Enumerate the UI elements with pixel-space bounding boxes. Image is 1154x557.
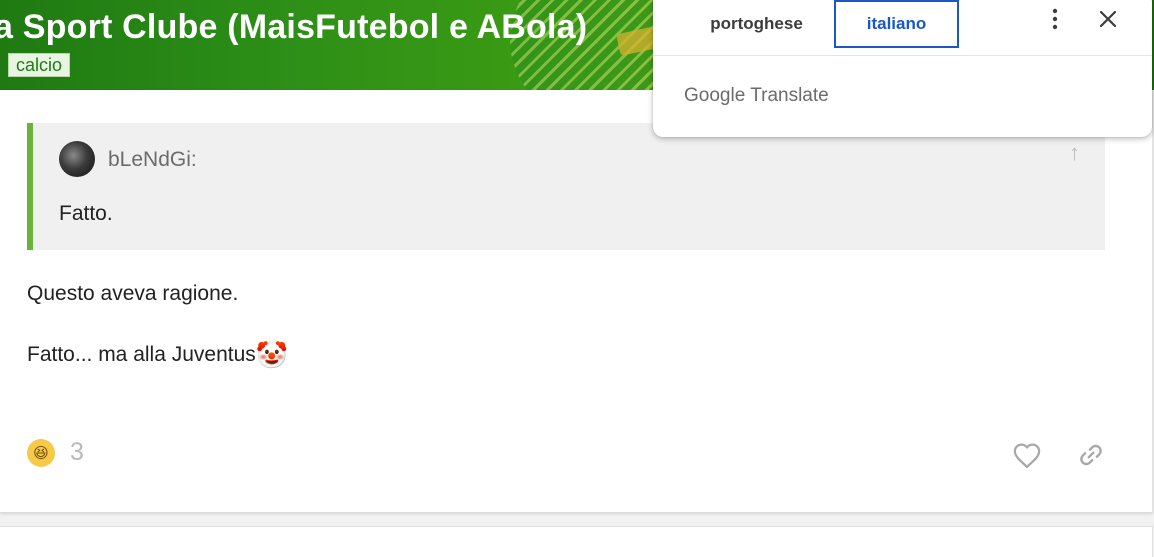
more-options-button[interactable] <box>1043 4 1067 34</box>
quote-text: Fatto. <box>59 202 113 225</box>
more-vert-icon <box>1052 8 1058 30</box>
category-badge[interactable]: calcio <box>8 53 71 77</box>
post-paragraph: Fatto... ma alla Juventus🤡 <box>27 340 288 371</box>
like-button[interactable] <box>1010 438 1044 472</box>
google-wordmark: Google <box>684 85 746 106</box>
arrow-up-icon[interactable]: ↑ <box>1069 140 1080 166</box>
post-paragraph-text: Fatto... ma alla Juventus <box>27 343 256 366</box>
reaction-summary[interactable]: 😆 3 <box>27 438 84 467</box>
close-icon <box>1099 10 1117 28</box>
translate-wordmark: Translate <box>750 85 829 106</box>
forum-post: bLeNdGi: ↑ Fatto. Questo aveva ragione. … <box>0 90 1153 513</box>
tab-target-language[interactable]: italiano <box>834 0 959 48</box>
share-link-button[interactable] <box>1074 438 1108 472</box>
quote-author-avatar[interactable] <box>59 141 95 177</box>
heart-icon <box>1013 443 1041 469</box>
google-translate-logo: Google Translate <box>684 85 829 107</box>
quote-author-name: bLeNdGi: <box>108 148 197 171</box>
laughing-emoji-icon[interactable]: 😆 <box>27 438 55 467</box>
tab-source-language[interactable]: portoghese <box>679 0 834 48</box>
reaction-count: 3 <box>70 438 84 466</box>
link-icon <box>1080 444 1102 466</box>
quote-block: bLeNdGi: ↑ Fatto. <box>27 123 1105 250</box>
topic-title[interactable]: a Sport Clube (MaisFutebol e ABola) <box>0 8 587 47</box>
divider <box>653 55 1152 56</box>
next-post <box>0 526 1153 557</box>
language-tabs: portoghese italiano <box>679 0 959 48</box>
close-button[interactable] <box>1093 4 1123 34</box>
google-translate-popup: portoghese italiano Google Translate <box>653 0 1152 137</box>
clown-emoji-icon: 🤡 <box>255 340 289 370</box>
post-paragraph: Questo aveva ragione. <box>27 282 239 305</box>
